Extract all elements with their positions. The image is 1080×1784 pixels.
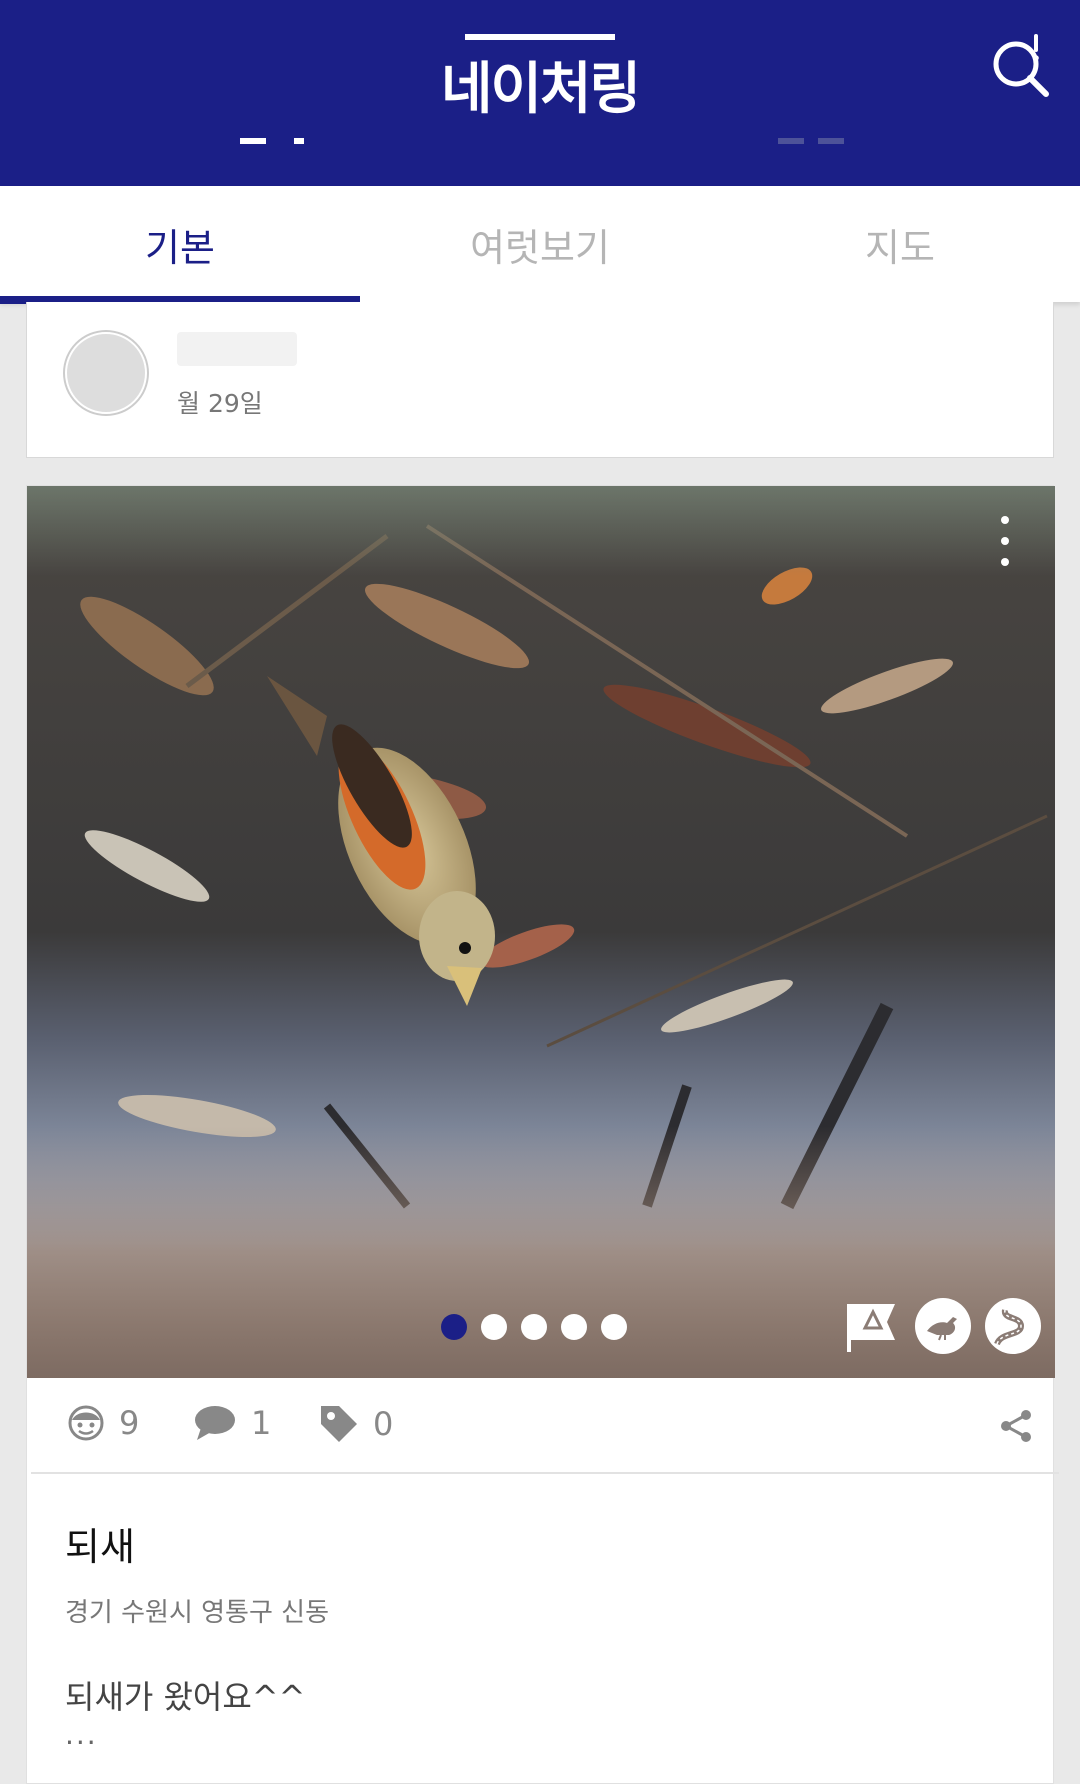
tab-map[interactable]: 지도 xyxy=(720,186,1080,302)
observation-description: 되새가 왔어요^^ xyxy=(65,1678,306,1716)
more-dot xyxy=(1001,537,1009,545)
smiley-icon xyxy=(68,1405,104,1441)
ghost-tab-marker xyxy=(240,138,266,144)
view-tabs: 기본 여럿보기 지도 xyxy=(0,186,1080,304)
page-dot[interactable] xyxy=(521,1314,547,1340)
observation-photo[interactable] xyxy=(27,486,1055,1378)
observation-badges xyxy=(843,1298,1041,1354)
tab-multi-view[interactable]: 여럿보기 xyxy=(360,186,720,302)
share-icon xyxy=(1001,1410,1031,1442)
post-date: 월 29일 xyxy=(177,389,263,418)
more-dot xyxy=(1001,516,1009,524)
app-logo[interactable]: 네이처링 xyxy=(0,44,1080,125)
more-options-button[interactable] xyxy=(995,516,1015,566)
tab-basic[interactable]: 기본 xyxy=(0,186,360,304)
avatar[interactable] xyxy=(65,332,147,414)
observation-location: 경기 수원시 영통구 신동 xyxy=(65,1598,329,1628)
bird-icon xyxy=(927,1317,957,1341)
page-dot[interactable] xyxy=(601,1314,627,1340)
comment-stat[interactable]: 1 xyxy=(193,1404,271,1442)
ghost-tab-marker xyxy=(778,138,804,144)
ghost-tab-marker xyxy=(294,138,304,144)
bird-category-badge[interactable] xyxy=(915,1298,971,1354)
photo-pagination xyxy=(441,1314,627,1340)
page-dot[interactable] xyxy=(561,1314,587,1340)
search-button[interactable] xyxy=(984,28,1060,104)
read-more[interactable]: ... xyxy=(65,1718,98,1751)
tag-stat[interactable]: 0 xyxy=(319,1404,393,1444)
page-dot[interactable] xyxy=(481,1314,507,1340)
tag-count: 0 xyxy=(373,1405,394,1443)
route-badge[interactable] xyxy=(985,1298,1041,1354)
species-name[interactable]: 되새 xyxy=(65,1516,135,1571)
observation-post: 9 1 0 되새 경기 수원시 영통구 신동 되새가 왔어요^^ ... xyxy=(26,485,1059,1784)
ghost-tab-marker xyxy=(818,138,844,144)
post-stats: 9 1 0 xyxy=(31,1378,1059,1474)
author-card: 월 29일 xyxy=(26,302,1054,458)
tag-icon xyxy=(321,1406,357,1442)
search-icon xyxy=(993,34,1049,97)
author-name-redacted[interactable] xyxy=(177,332,297,366)
comment-icon xyxy=(195,1406,235,1440)
share-button[interactable] xyxy=(999,1408,1033,1448)
app-header: 네이처링 xyxy=(0,0,1080,186)
like-stat[interactable]: 9 xyxy=(67,1404,139,1442)
bird-photo-image xyxy=(27,486,1055,1378)
logo-underline xyxy=(465,34,615,40)
more-dot xyxy=(1001,558,1009,566)
page-dot-active[interactable] xyxy=(441,1314,467,1340)
like-count: 9 xyxy=(119,1404,140,1442)
road-icon xyxy=(994,1309,1025,1346)
mission-flag-icon[interactable] xyxy=(843,1298,901,1354)
comment-count: 1 xyxy=(251,1404,272,1442)
